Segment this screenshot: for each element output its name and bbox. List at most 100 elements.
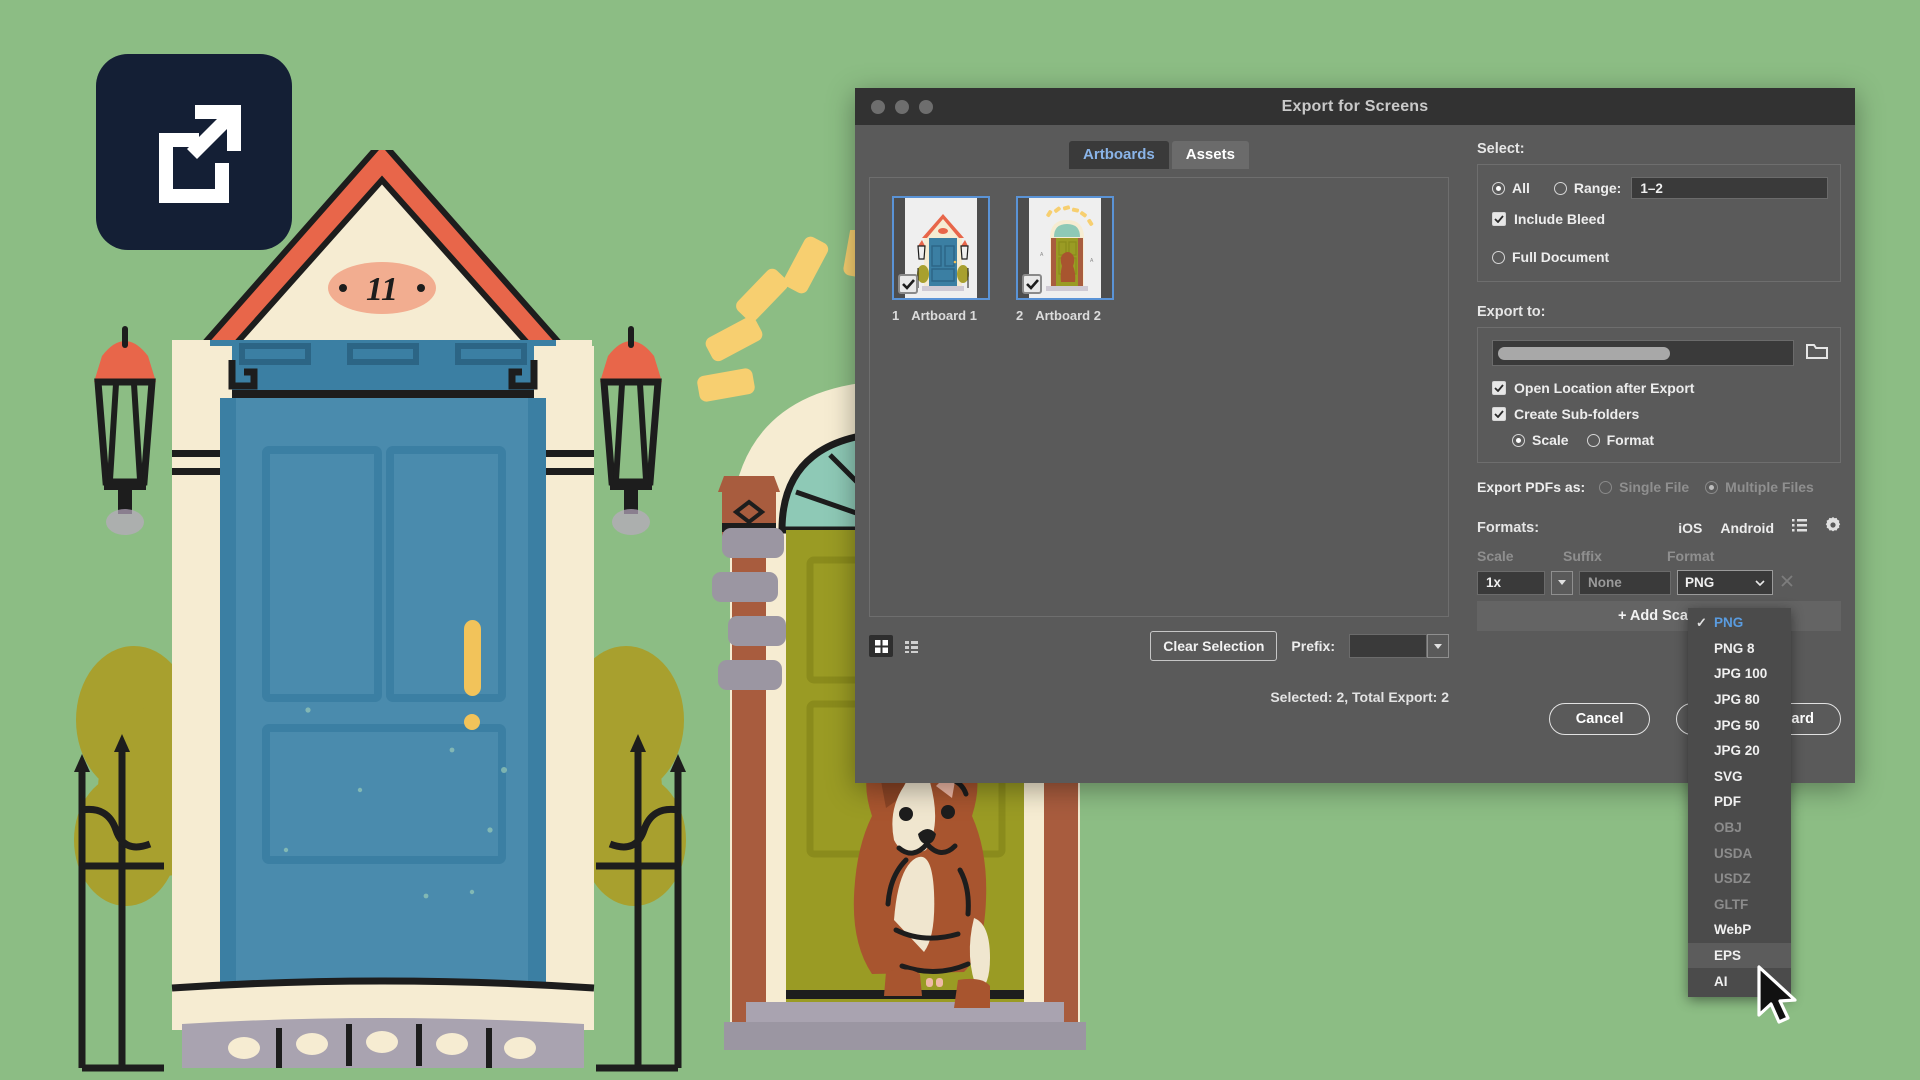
format-option-label: PDF xyxy=(1714,794,1741,810)
dialog-title: Export for Screens xyxy=(1281,97,1429,115)
scale-radio[interactable] xyxy=(1512,433,1525,447)
format-option-label: OBJ xyxy=(1714,820,1742,836)
full-document-radio[interactable] xyxy=(1492,250,1505,264)
scale-dropdown-arrow[interactable] xyxy=(1551,570,1573,595)
artboards-pane: Artboards Assets 1 Artboard 1 A A 2 Artb… xyxy=(855,125,1463,783)
include-bleed-label: Include Bleed xyxy=(1514,211,1606,227)
export-pdfs-label: Export PDFs as: xyxy=(1477,479,1586,495)
format-option-label: JPG 100 xyxy=(1714,666,1768,682)
formats-col-scale: Scale xyxy=(1477,548,1514,564)
prefix-dropdown-arrow[interactable] xyxy=(1427,634,1449,658)
single-file-radio xyxy=(1599,480,1613,494)
format-option-obj: OBJ xyxy=(1688,815,1791,841)
range-input[interactable]: 1–2 xyxy=(1631,177,1828,199)
grid-view-icon[interactable] xyxy=(869,635,893,657)
list-view-icon[interactable] xyxy=(899,635,923,657)
format-option-label: JPG 50 xyxy=(1714,717,1760,733)
format-option-png[interactable]: ✓ PNG xyxy=(1688,610,1791,636)
artboard-1-caption: 1 Artboard 1 xyxy=(892,308,990,323)
open-location-label: Open Location after Export xyxy=(1514,380,1695,396)
format-dropdown-menu[interactable]: ✓ PNG PNG 8 JPG 100 JPG 80 JPG 50 JPG 20… xyxy=(1688,608,1791,997)
browse-folder-icon[interactable] xyxy=(1806,342,1828,365)
export-to-group: Open Location after Export Create Sub-fo… xyxy=(1477,327,1841,463)
check-icon xyxy=(901,278,915,290)
cancel-button[interactable]: Cancel xyxy=(1548,703,1651,735)
format-option-label: JPG 20 xyxy=(1714,743,1760,759)
formats-col-suffix: Suffix xyxy=(1563,548,1602,564)
check-icon xyxy=(1494,215,1504,223)
open-location-checkbox[interactable] xyxy=(1492,381,1506,395)
preset-android-button[interactable]: Android xyxy=(1720,520,1774,536)
select-heading: Select: xyxy=(1477,141,1525,157)
format-option-pdf[interactable]: PDF xyxy=(1688,789,1791,815)
export-app-icon xyxy=(96,54,292,250)
illustration-door-one: 11 xyxy=(74,150,686,1072)
svg-text:A: A xyxy=(1040,252,1044,258)
artboard-1-checkbox[interactable] xyxy=(898,274,918,294)
artboard-1-name: Artboard 1 xyxy=(911,308,977,323)
external-link-icon xyxy=(159,105,241,203)
prefix-label: Prefix: xyxy=(1291,638,1335,654)
check-icon xyxy=(1494,384,1504,392)
format-select[interactable]: PNG xyxy=(1677,570,1773,595)
formats-col-format: Format xyxy=(1667,548,1715,564)
format-option-jpg80[interactable]: JPG 80 xyxy=(1688,687,1791,713)
formats-list-icon[interactable] xyxy=(1792,518,1807,537)
artboard-list[interactable]: 1 Artboard 1 A A 2 Artboard 2 xyxy=(869,177,1449,617)
artboard-card[interactable]: 1 Artboard 1 xyxy=(892,196,990,323)
artboard-thumbnail-2[interactable]: AA xyxy=(1016,196,1114,300)
format-option-label: PNG xyxy=(1714,615,1744,631)
formats-gear-icon[interactable] xyxy=(1825,517,1841,538)
dialog-titlebar[interactable]: Export for Screens xyxy=(855,88,1855,125)
format-label: Format xyxy=(1606,432,1655,448)
format-option-jpg50[interactable]: JPG 50 xyxy=(1688,712,1791,738)
check-icon xyxy=(1494,410,1504,418)
format-option-svg[interactable]: SVG xyxy=(1688,764,1791,790)
format-option-label: EPS xyxy=(1714,948,1742,964)
check-icon: ✓ xyxy=(1696,614,1707,630)
preset-ios-button[interactable]: iOS xyxy=(1678,520,1702,536)
format-option-png8[interactable]: PNG 8 xyxy=(1688,636,1791,662)
format-option-label: AI xyxy=(1714,973,1728,989)
format-option-jpg20[interactable]: JPG 20 xyxy=(1688,738,1791,764)
tab-artboards[interactable]: Artboards xyxy=(1069,141,1169,169)
format-option-webp[interactable]: WebP xyxy=(1688,917,1791,943)
select-all-label: All xyxy=(1512,180,1530,196)
format-option-label: USDA xyxy=(1714,845,1753,861)
clear-selection-button[interactable]: Clear Selection xyxy=(1150,631,1278,661)
artboard-2-caption: 2 Artboard 2 xyxy=(1016,308,1114,323)
screenshot-canvas: 11 Export for Screens Artboards Assets 1… xyxy=(0,0,1920,1080)
select-group: All Range: 1–2 Include Bleed Full Docume… xyxy=(1477,164,1841,282)
artboard-card[interactable]: AA 2 Artboard 2 xyxy=(1016,196,1114,323)
scale-value-input[interactable]: 1x xyxy=(1477,570,1545,595)
format-option-gltf: GLTF xyxy=(1688,892,1791,918)
full-document-label: Full Document xyxy=(1512,249,1610,265)
dialog-tabs: Artboards Assets xyxy=(869,141,1449,169)
format-option-jpg100[interactable]: JPG 100 xyxy=(1688,661,1791,687)
tab-assets[interactable]: Assets xyxy=(1171,141,1249,169)
artboard-1-index: 1 xyxy=(892,308,900,323)
select-range-radio[interactable] xyxy=(1553,181,1567,195)
format-option-label: JPG 80 xyxy=(1714,692,1760,708)
format-option-label: PNG 8 xyxy=(1714,640,1755,656)
svg-text:11: 11 xyxy=(366,271,398,308)
formats-heading: Formats: xyxy=(1477,519,1540,536)
create-subfolders-checkbox[interactable] xyxy=(1492,407,1506,421)
export-path-value xyxy=(1498,346,1670,360)
multiple-files-radio xyxy=(1705,480,1719,494)
artboard-thumbnail-1[interactable] xyxy=(892,196,990,300)
remove-format-row-icon[interactable] xyxy=(1781,574,1793,592)
export-path-input[interactable] xyxy=(1492,340,1794,366)
artboard-2-index: 2 xyxy=(1016,308,1024,323)
multiple-files-label: Multiple Files xyxy=(1725,479,1814,495)
select-all-radio[interactable] xyxy=(1492,181,1505,195)
format-option-label: GLTF xyxy=(1714,896,1749,912)
check-icon xyxy=(1025,278,1039,290)
format-radio[interactable] xyxy=(1586,433,1600,447)
lantern-left xyxy=(94,326,156,535)
prefix-input[interactable] xyxy=(1349,634,1427,658)
artboards-toolbar: Clear Selection Prefix: xyxy=(869,631,1449,661)
suffix-input[interactable]: None xyxy=(1579,570,1671,595)
artboard-2-checkbox[interactable] xyxy=(1022,274,1042,294)
include-bleed-checkbox[interactable] xyxy=(1492,212,1506,226)
